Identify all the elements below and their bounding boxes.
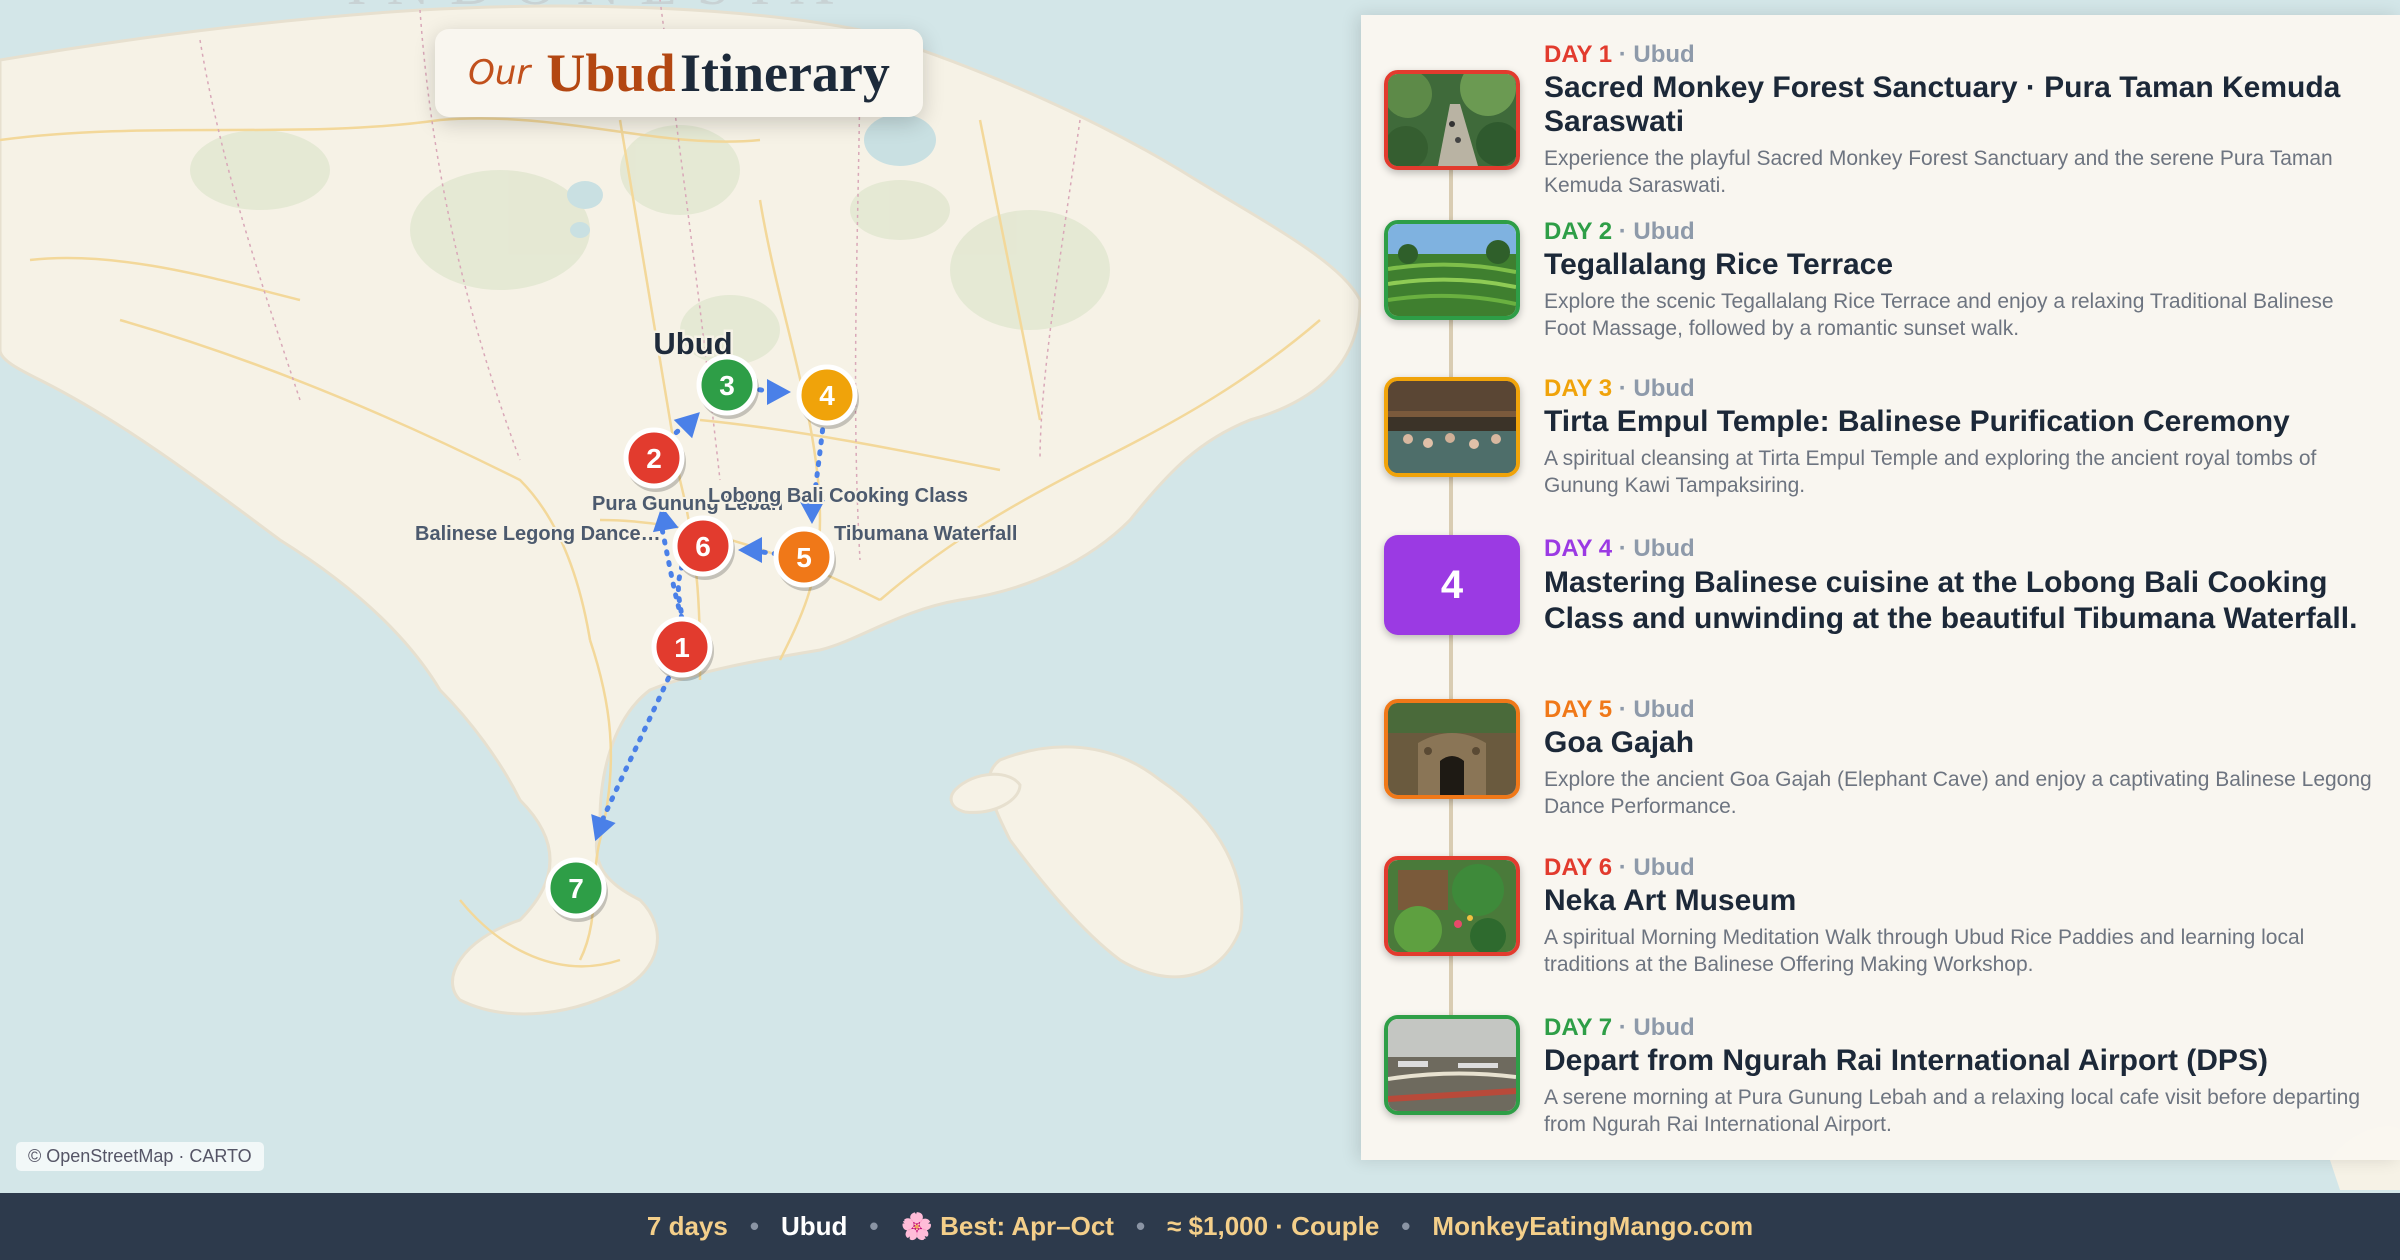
day-7-thumbnail[interactable]	[1384, 1015, 1520, 1115]
day-2-title: Tegallalang Rice Terrace	[1544, 248, 1894, 281]
day-3-title: Tirta Empul Temple: Balinese Purificatio…	[1544, 405, 2290, 438]
temple-pool-photo	[1388, 381, 1516, 473]
day-1-label: DAY 1	[1544, 41, 1613, 68]
day-7-label: DAY 7	[1544, 1014, 1613, 1041]
day-3-separator: ·	[1618, 375, 1627, 402]
map-marker-number: 6	[695, 531, 711, 562]
day-5-separator: ·	[1618, 696, 1627, 723]
day-1-separator: ·	[1618, 41, 1627, 68]
map-marker-number: 4	[819, 380, 835, 411]
itinerary-panel[interactable]: DAY 1 · Ubud Sacred Monkey Forest Sanctu…	[1361, 15, 2400, 1160]
forest-path-photo	[1388, 74, 1516, 166]
itinerary-title-card: Our Ubud Itinerary	[435, 29, 923, 117]
day-1-location: Ubud	[1633, 41, 1695, 68]
footer-website-link[interactable]: MonkeyEatingMango.com	[1432, 1211, 1753, 1242]
place-label-legong-dance: Balinese Legong Dance…	[415, 523, 661, 545]
day-7-title: Depart from Ngurah Rai International Air…	[1544, 1044, 2268, 1077]
footer-city: Ubud	[780, 1211, 848, 1241]
footer-bullet: •	[1135, 1211, 1146, 1241]
flower-icon: 🌸	[900, 1211, 933, 1241]
footer-duration: 7 days	[646, 1211, 728, 1241]
day-4-separator: ·	[1618, 535, 1627, 562]
day-2-separator: ·	[1618, 218, 1627, 245]
day-3-thumbnail[interactable]	[1384, 377, 1520, 477]
day-4-number-badge[interactable]: 4	[1384, 535, 1520, 635]
day-6-location: Ubud	[1633, 854, 1695, 881]
garden-museum-photo	[1388, 860, 1516, 952]
day-3-location: Ubud	[1633, 375, 1695, 402]
day-5-location: Ubud	[1633, 696, 1695, 723]
day-6-thumbnail[interactable]	[1384, 856, 1520, 956]
map-marker-number: 2	[646, 443, 662, 474]
map-marker-3[interactable]: 3	[696, 354, 759, 419]
footer-bullet: •	[869, 1211, 879, 1241]
map-marker-7[interactable]: 7	[545, 857, 608, 922]
summary-footer: 7 days • Ubud • 🌸 Best: Apr–Oct • ≈ $1,0…	[0, 1193, 2400, 1260]
day-2-thumbnail[interactable]	[1384, 220, 1520, 320]
rice-terrace-photo	[1388, 224, 1516, 316]
map-marker-5[interactable]: 5	[773, 526, 836, 591]
day-5-description: Explore the ancient Goa Gajah (Elephant …	[1544, 768, 2372, 818]
title-word: Itinerary	[679, 43, 890, 103]
day-1-title: Sacred Monkey Forest Sanctuary · Pura Ta…	[1544, 71, 2341, 138]
day-4-title: Mastering Balinese cuisine at the Lobong…	[1544, 566, 2358, 635]
day-7-location: Ubud	[1633, 1014, 1695, 1041]
map-marker-number: 1	[674, 632, 690, 663]
day-6-description: A spiritual Morning Meditation Walk thro…	[1544, 926, 2305, 976]
day-7-description: A serene morning at Pura Gunung Lebah an…	[1544, 1086, 2361, 1136]
day-3-label: DAY 3	[1544, 375, 1613, 402]
day-6-title: Neka Art Museum	[1544, 884, 1797, 917]
map-marker-number: 7	[568, 873, 584, 904]
day-4-label: DAY 4	[1544, 535, 1613, 562]
day-6-separator: ·	[1618, 854, 1627, 881]
day-7-separator: ·	[1618, 1014, 1627, 1041]
day-2-label: DAY 2	[1544, 218, 1613, 245]
day-5-label: DAY 5	[1544, 696, 1613, 723]
airport-photo	[1388, 1019, 1516, 1111]
map-attribution[interactable]: © OpenStreetMap · CARTO	[16, 1142, 264, 1171]
map-marker-number: 5	[796, 542, 812, 573]
day-1-thumbnail[interactable]	[1384, 70, 1520, 170]
title-city: Ubud	[546, 43, 676, 103]
footer-bullet: •	[1401, 1211, 1411, 1241]
country-label-faded: INDONESIA	[347, 0, 854, 17]
day-2-location: Ubud	[1633, 218, 1695, 245]
day-4-location: Ubud	[1633, 535, 1695, 562]
day-1-description: Experience the playful Sacred Monkey For…	[1544, 147, 2333, 197]
footer-bullet: •	[749, 1211, 759, 1241]
day-5-title: Goa Gajah	[1544, 726, 1695, 759]
day-2-description: Explore the scenic Tegallalang Rice Terr…	[1544, 290, 2334, 340]
footer-budget: ≈ $1,000 · Couple	[1167, 1211, 1380, 1241]
map-marker-2[interactable]: 2	[623, 427, 686, 492]
day-3-description: A spiritual cleansing at Tirta Empul Tem…	[1544, 447, 2317, 497]
title-prefix: Our	[468, 53, 531, 93]
map-marker-number: 3	[719, 370, 735, 401]
place-label-tibumana-waterfall: Tibumana Waterfall	[834, 523, 1017, 545]
map-marker-1[interactable]: 1	[651, 616, 714, 681]
map-marker-4[interactable]: 4	[796, 364, 859, 429]
footer-season: Best: Apr–Oct	[940, 1211, 1114, 1241]
day-5-thumbnail[interactable]	[1384, 699, 1520, 799]
place-label-lobong-bali-cooking-class: Lobong Bali Cooking Class	[708, 485, 968, 507]
day-6-label: DAY 6	[1544, 854, 1613, 881]
map-marker-6[interactable]: 6	[672, 515, 735, 580]
cave-entrance-photo	[1388, 703, 1516, 795]
